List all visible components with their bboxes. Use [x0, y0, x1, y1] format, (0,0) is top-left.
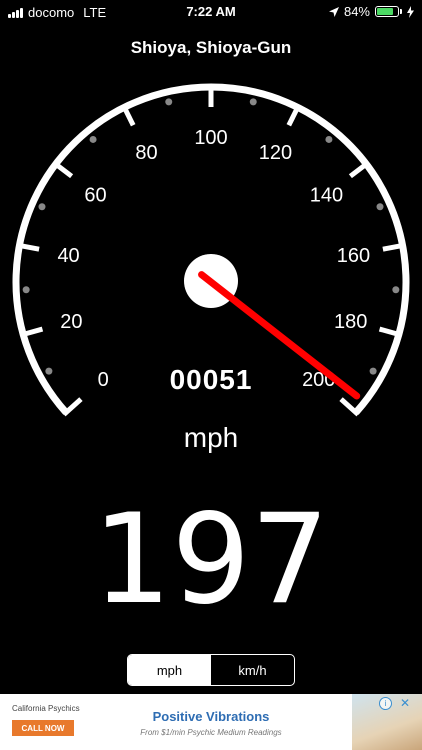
close-icon[interactable]: ✕: [400, 696, 410, 710]
speed-readout: 197: [92, 488, 330, 632]
major-tick: [339, 397, 360, 417]
dial-label: 140: [310, 184, 343, 206]
speedometer-dial: 020406080100120140160180200: [12, 83, 410, 417]
minor-tick-dot: [392, 286, 400, 294]
unit-option-kmh[interactable]: km/h: [211, 655, 294, 685]
minor-tick-dot: [22, 286, 30, 294]
dial-label: 60: [84, 184, 106, 206]
info-icon[interactable]: i: [379, 697, 392, 710]
major-tick: [62, 397, 83, 417]
minor-tick-dot: [376, 203, 384, 211]
odometer-reading: 00051: [169, 364, 253, 395]
dial-label: 40: [57, 245, 79, 267]
speed-unit-label: mph: [183, 422, 239, 453]
dial-label: 20: [60, 311, 82, 333]
minor-tick-dot: [325, 135, 333, 143]
dial-label: 160: [337, 245, 370, 267]
minor-tick-dot: [89, 135, 97, 143]
ad-banner[interactable]: California Psychics CALL NOW Positive Vi…: [0, 694, 422, 750]
minor-tick-dot: [165, 98, 173, 106]
minor-tick-dot: [249, 98, 257, 106]
unit-toggle[interactable]: mph km/h: [127, 654, 295, 686]
dial-label: 120: [259, 142, 292, 164]
unit-option-mph[interactable]: mph: [128, 655, 211, 685]
dial-label: 80: [135, 142, 157, 164]
dial-label: 100: [194, 127, 227, 149]
dial-label: 180: [334, 311, 367, 333]
minor-tick-dot: [38, 203, 46, 211]
